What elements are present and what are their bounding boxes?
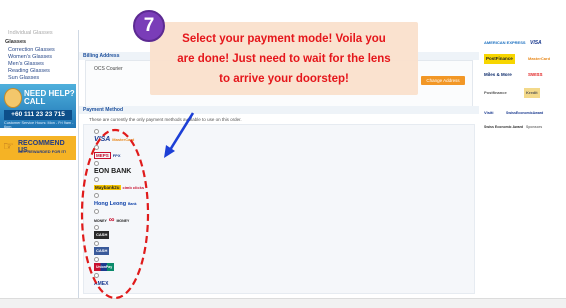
screenshot: Individual Glasses Glasses Correction Gl… <box>0 0 566 308</box>
pointer-arrow-shaft <box>168 112 195 151</box>
annotation-layer <box>80 112 195 300</box>
highlight-ellipse <box>80 128 150 300</box>
